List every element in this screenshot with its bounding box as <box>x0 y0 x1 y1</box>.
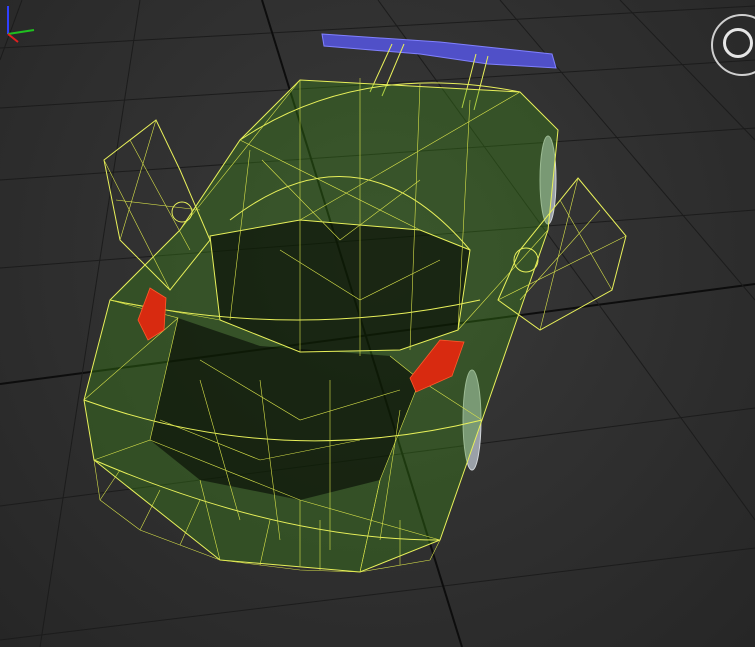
axis-tripod-icon <box>7 6 35 43</box>
car-model[interactable] <box>0 0 755 647</box>
perspective-viewport[interactable] <box>0 0 755 647</box>
x-axis <box>7 33 19 43</box>
viewcube-ring[interactable] <box>723 28 753 58</box>
y-axis <box>7 29 35 35</box>
left-mirror <box>171 201 193 223</box>
